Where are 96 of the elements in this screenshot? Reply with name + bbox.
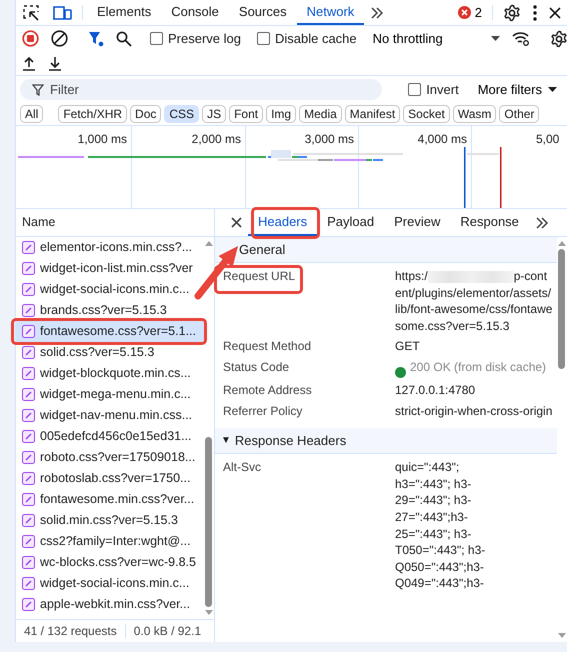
request-row[interactable]: widget-social-icons.min.c... [16,573,204,594]
panel-tab[interactable]: Network [296,0,364,25]
stylesheet-icon [22,241,35,254]
scrollbar-thumb[interactable] [558,249,565,369]
header-value: 127.0.0.1:4780 [395,382,476,399]
section-header[interactable]: General [215,237,557,263]
tick-label: 1,000 ms [78,131,127,148]
header-value: https:/ p-content/plugins/elementor/assets/lib/font-awesome/css/fontawesome.css?ver=5.15.3 [395,268,553,334]
checkbox[interactable]: Disable cache [252,28,361,48]
stylesheet-icon [22,493,35,506]
request-row[interactable]: css2?family=Inter:wght@... [16,531,204,552]
request-row[interactable]: widget-nav-menu.min.css... [16,405,204,426]
stylesheet-icon [22,556,35,569]
tick-label: 4,000 ms [418,131,467,148]
type-filter-chip[interactable]: Doc [130,105,162,123]
column-header[interactable]: Name [22,213,56,232]
filter-field[interactable]: Filter [20,79,382,100]
stylesheet-icon [22,514,35,527]
header-name: Alt-Svc [223,459,262,476]
scroll-up-icon[interactable] [204,239,214,247]
stylesheet-icon [22,283,35,296]
request-row[interactable]: widget-icon-list.min.css?ver [16,258,204,279]
header-value: GET [395,338,421,355]
error-counter[interactable]: 2 [452,0,488,25]
stylesheet-icon [22,367,35,380]
stylesheet-icon [22,598,35,611]
type-filter-chip[interactable]: Fetch/XHR [58,105,128,123]
type-filter-chip[interactable]: Socket [403,105,450,123]
detail-tab[interactable]: Headers [248,209,318,236]
request-row[interactable]: elementor-icons.min.css?... [16,237,204,258]
type-filter-chip[interactable]: Media [299,105,342,123]
request-row[interactable]: wc-blocks.css?ver=wc-9.8.5 [16,552,204,573]
throttling-dropdown[interactable]: No throttling [366,28,506,48]
request-row[interactable]: brands.css?ver=5.15.3 [16,300,204,321]
checkbox[interactable]: Invert [404,80,463,100]
stylesheet-icon [22,409,35,422]
scroll-up-icon[interactable] [557,239,567,247]
stylesheet-icon [22,346,35,359]
request-row[interactable]: widget-social-icons.min.c... [16,279,204,300]
detail-tab[interactable]: Response [450,209,529,236]
panel-tab[interactable]: Sources [228,0,297,25]
panel-tab[interactable]: Elements [87,0,162,25]
request-row[interactable]: widget-blockquote.min.cs... [16,363,204,384]
status-text: 41 / 132 requests [24,623,117,640]
tick-label: 5,00 [536,131,560,148]
section-header[interactable]: ▼ Response Headers [215,428,557,454]
request-row[interactable]: apple-webkit.min.css?ver... [16,594,204,615]
header-name: Referrer Policy [223,402,302,420]
type-filter-chip[interactable]: CSS [164,105,200,123]
request-row[interactable]: robotoslab.css?ver=1750... [16,468,204,489]
request-row[interactable]: 005edefcd456c0e15ed31... [16,426,204,447]
scroll-down-icon[interactable] [204,609,214,617]
tick-label: 2,000 ms [192,131,241,148]
detail-tab[interactable]: Preview [384,209,450,236]
stylesheet-icon [22,577,35,590]
stylesheet-icon [22,430,35,443]
caret-icon [548,86,557,92]
status-text: 0.0 kB / 92.1 [134,623,202,640]
detail-tab[interactable]: Payload [317,209,384,236]
type-filter-chip[interactable]: JS [202,105,226,123]
panel-tab[interactable]: Console [161,0,229,25]
tick-label: 3,000 ms [304,131,354,148]
header-value: 200 OK (from disk cache) [410,358,546,376]
header-name: Request Method [223,338,312,355]
request-row[interactable]: fontawesome.css?ver=5.1... [16,321,204,342]
caret-icon [490,36,500,42]
header-name: Remote Address [223,382,312,399]
type-filter-chip[interactable]: Img [266,105,296,123]
stylesheet-icon [22,262,35,275]
header-value: strict-origin-when-cross-origin [395,402,553,420]
request-row[interactable]: fontawesome.min.css?ver... [16,489,204,510]
type-filter-chip[interactable]: All [20,105,44,123]
type-filter-chip[interactable]: Other [499,105,540,123]
error-icon [458,6,471,19]
stylesheet-icon [22,304,35,317]
checkbox[interactable]: Preserve log [146,28,245,48]
request-row[interactable]: solid.min.css?ver=5.15.3 [16,510,204,531]
highlight-frame [251,207,320,239]
request-row[interactable]: widget-mega-menu.min.c... [16,384,204,405]
request-row[interactable]: roboto.css?ver=17509018... [16,447,204,468]
request-row[interactable]: solid.css?ver=5.15.3 [16,342,204,363]
header-name: Status Code [223,358,290,376]
stylesheet-icon [22,388,35,401]
stylesheet-icon [22,472,35,485]
stylesheet-icon [22,451,35,464]
header-name: Request URL [223,268,296,285]
header-value: quic=":443"; h3=":443"; h3- 29=":443"; h3- 27=":443";h3- 25=":443"; h3- T050=":443"; h3- Q050=":443";h3- Q049=":443";h3- [395,459,486,592]
type-filter-chip[interactable]: Wasm [452,105,496,123]
scroll-down-icon[interactable] [557,632,567,640]
scrollbar-thumb[interactable] [205,437,212,607]
more-filters-dropdown[interactable]: More filters [472,80,563,100]
filter-icon [32,84,44,96]
type-filter-chip[interactable]: Manifest [344,105,400,123]
stylesheet-icon [22,535,35,548]
type-filter-chip[interactable]: Font [229,105,264,123]
stylesheet-icon [22,325,35,338]
